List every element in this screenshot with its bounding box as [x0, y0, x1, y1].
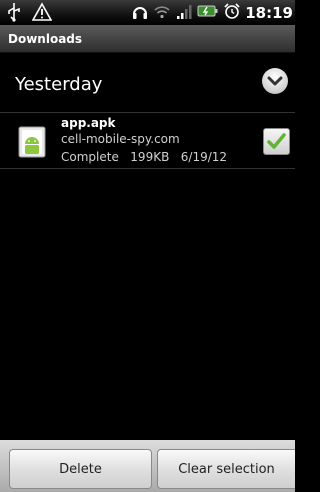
android-app-icon — [18, 126, 48, 158]
status-time: 18:19 — [245, 4, 293, 22]
battery-icon — [197, 3, 219, 23]
page-title: Downloads — [8, 32, 83, 46]
group-header-yesterday[interactable]: Yesterday — [0, 52, 295, 113]
warning-icon — [31, 2, 53, 26]
file-size: 199KB — [130, 150, 170, 164]
item-checkbox[interactable] — [263, 128, 290, 155]
file-date: 6/19/12 — [180, 150, 228, 164]
status-left-icons — [6, 2, 53, 26]
wifi-icon — [153, 2, 171, 24]
status-bar: 18:19 — [0, 0, 295, 25]
clear-selection-button[interactable]: Clear selection — [157, 449, 295, 489]
file-status: Complete — [61, 150, 119, 164]
alarm-icon — [223, 2, 241, 24]
group-label: Yesterday — [15, 74, 103, 95]
file-meta: Complete 199KB 6/19/12 — [61, 150, 227, 164]
list-item[interactable]: app.apk cell-mobile-spy.com Complete 199… — [0, 112, 295, 169]
checkmark-icon — [267, 133, 286, 149]
usb-icon — [6, 2, 22, 26]
headset-icon — [131, 2, 149, 24]
title-bar: Downloads — [0, 25, 295, 53]
action-bar: Delete Clear selection — [0, 440, 295, 492]
file-source: cell-mobile-spy.com — [61, 132, 180, 146]
signal-icon — [175, 2, 193, 24]
delete-button[interactable]: Delete — [9, 449, 152, 489]
file-name: app.apk — [61, 116, 116, 130]
status-right-icons: 18:19 — [131, 2, 293, 24]
chevron-down-icon[interactable] — [262, 68, 288, 94]
